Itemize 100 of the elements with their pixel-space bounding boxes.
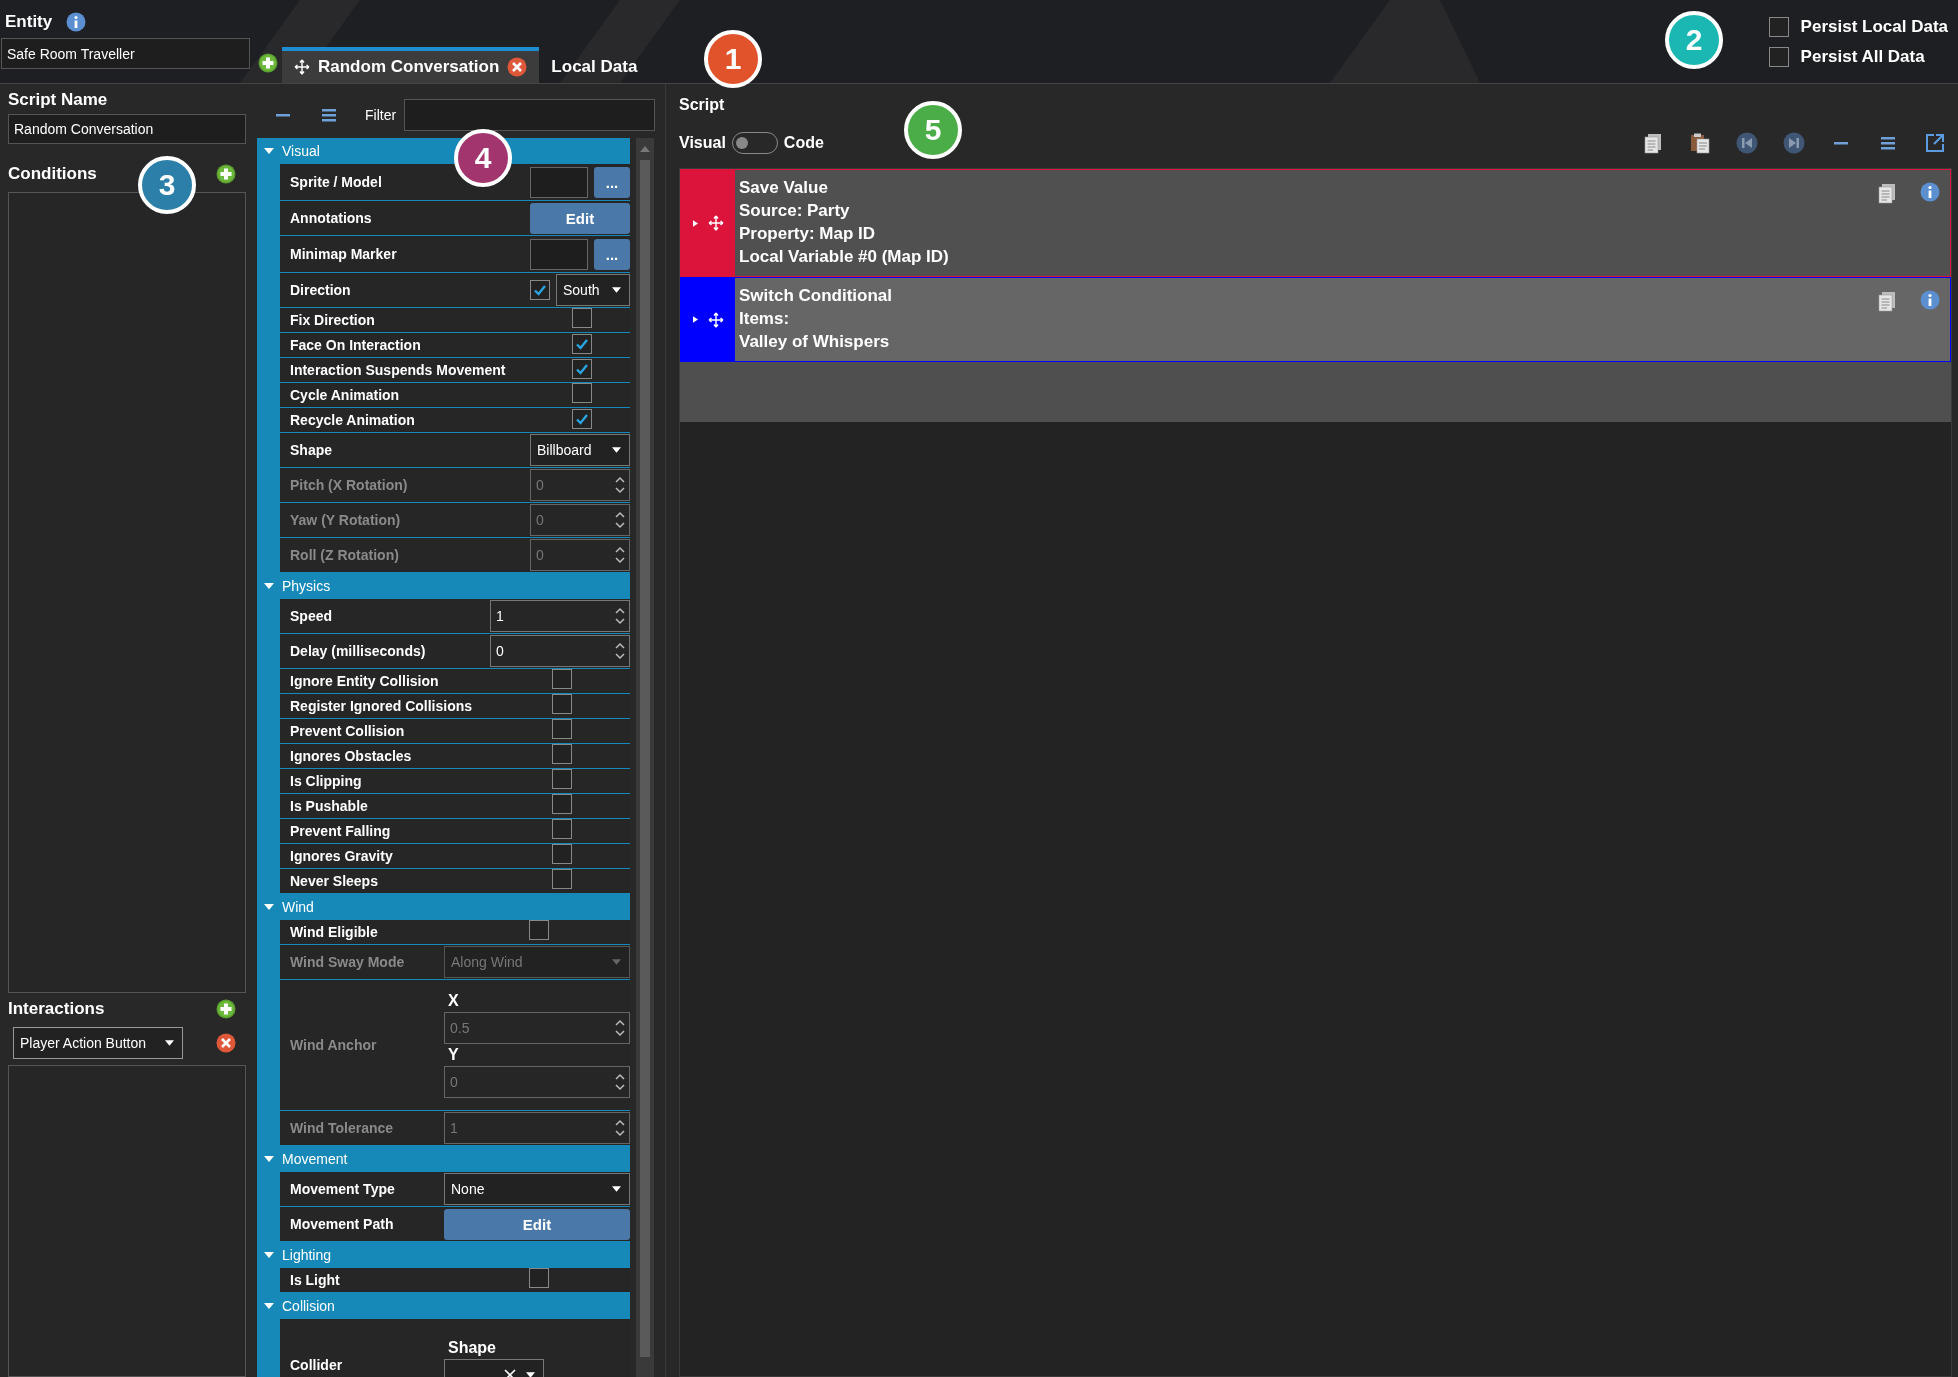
script-tab[interactable]: Local Data (539, 47, 650, 83)
section-title[interactable]: Movement (282, 1151, 348, 1167)
script-command[interactable]: Switch Conditional Items: Valley of Whispers (680, 277, 1951, 362)
interaction-dropdown[interactable]: Player Action Button (13, 1027, 183, 1059)
property-checkbox[interactable] (552, 869, 572, 889)
spinner-arrows-icon[interactable] (615, 475, 625, 495)
direction-dropdown[interactable]: South (556, 274, 630, 306)
expand-caret-icon[interactable] (264, 1301, 274, 1311)
scrollbar[interactable] (636, 138, 654, 1377)
property-label: Ignore Entity Collision (290, 673, 439, 689)
script-tab[interactable]: Random Conversation (282, 47, 540, 83)
command-text: Local Variable #0 (Map ID) (739, 246, 949, 268)
property-checkbox[interactable] (572, 334, 592, 354)
property-label: Is Pushable (290, 798, 368, 814)
property-checkbox[interactable] (552, 694, 572, 714)
info-icon[interactable] (1920, 182, 1940, 202)
property-dropdown[interactable]: Billboard (530, 434, 630, 466)
number-field[interactable]: 0 (490, 635, 630, 667)
property-checkbox[interactable] (572, 383, 592, 403)
property-checkbox[interactable] (572, 359, 592, 379)
property-label: Wind Anchor (290, 1037, 377, 1053)
asset-field[interactable] (530, 166, 588, 198)
add-interaction-icon[interactable] (216, 999, 236, 1019)
expand-arrow-icon[interactable] (692, 316, 698, 323)
dropdown-caret-icon (612, 447, 621, 453)
property-label: Annotations (290, 210, 372, 226)
property-checkbox[interactable] (552, 719, 572, 739)
property-label: Is Light (290, 1272, 340, 1288)
section-title[interactable]: Collision (282, 1298, 335, 1314)
browse-button[interactable]: ... (594, 238, 630, 270)
spinner-arrows-icon[interactable] (615, 1118, 625, 1138)
persist-checkbox[interactable] (1768, 46, 1789, 67)
move-icon[interactable] (294, 59, 310, 75)
spinner-arrows-icon[interactable] (615, 510, 625, 530)
property-label: Is Clipping (290, 773, 362, 789)
copy-icon[interactable] (1876, 182, 1898, 204)
add-tab-icon[interactable] (258, 53, 278, 73)
axis-label: X (447, 992, 460, 1010)
property-checkbox[interactable] (572, 409, 592, 429)
property-checkbox[interactable] (552, 844, 572, 864)
skip-last-icon[interactable] (1783, 132, 1805, 154)
spinner-arrows-icon[interactable] (615, 641, 625, 661)
persist-checkbox[interactable] (1768, 16, 1789, 37)
expand-caret-icon[interactable] (264, 1154, 274, 1164)
section-title[interactable]: Lighting (282, 1247, 332, 1263)
property-label: Wind Eligible (290, 924, 378, 940)
property-label: Fix Direction (290, 312, 375, 328)
edit-button[interactable]: Edit (444, 1208, 630, 1240)
property-label: Never Sleeps (290, 873, 378, 889)
scroll-up-arrow-icon[interactable] (640, 146, 650, 152)
entity-field[interactable]: Safe Room Traveller (1, 38, 250, 69)
property-label: Wind Sway Mode (290, 954, 405, 970)
property-dropdown[interactable]: None (444, 1173, 630, 1205)
external-link-icon[interactable] (1924, 132, 1946, 154)
copy-icon[interactable] (1642, 132, 1664, 154)
scrollbar-thumb[interactable] (640, 160, 650, 1357)
expand-caret-icon[interactable] (264, 1250, 274, 1260)
info-icon[interactable] (66, 12, 87, 32)
spinner-arrows-icon[interactable] (615, 1018, 625, 1038)
property-checkbox[interactable] (552, 819, 572, 839)
property-checkbox[interactable] (552, 669, 572, 689)
numbered-callout: 1 (704, 30, 762, 88)
remove-interaction-icon[interactable] (216, 1033, 236, 1053)
property-checkbox[interactable] (529, 920, 549, 940)
skip-first-icon[interactable] (1736, 132, 1758, 154)
property-checkbox[interactable] (572, 308, 592, 328)
property-checkbox[interactable] (552, 769, 572, 789)
spinner-arrows-icon[interactable] (615, 545, 625, 565)
asset-field[interactable] (530, 238, 588, 270)
edit-button[interactable]: Edit (530, 202, 630, 234)
script-name-field[interactable]: Random Conversation (8, 114, 246, 144)
expand-caret-icon[interactable] (264, 902, 274, 912)
property-checkbox[interactable] (552, 744, 572, 764)
conditions-label: Conditions (8, 164, 97, 184)
move-icon[interactable] (707, 311, 724, 328)
expand-arrow-icon[interactable] (692, 219, 698, 227)
expand-caret-icon[interactable] (264, 146, 274, 156)
property-label: Pitch (X Rotation) (290, 477, 408, 493)
clear-icon[interactable] (504, 1368, 516, 1377)
script-command[interactable]: Save Value Source: Party Property: Map ID Local Variable #0 (Map ID) (680, 169, 1951, 277)
property-checkbox[interactable] (552, 794, 572, 814)
property-checkbox[interactable] (529, 1268, 549, 1288)
property-checkbox[interactable] (530, 280, 550, 300)
command-text: Source: Party (739, 200, 851, 222)
property-label: Sprite / Model (290, 174, 382, 190)
number-field[interactable]: 1 (490, 600, 630, 632)
persist-option-label: Persist Local Data (1800, 16, 1948, 37)
browse-button[interactable]: ... (594, 166, 630, 198)
add-condition-icon[interactable] (216, 164, 236, 184)
expand-caret-icon[interactable] (264, 581, 274, 591)
close-tab-icon[interactable] (507, 57, 528, 77)
spinner-arrows-icon[interactable] (615, 606, 625, 626)
section-title[interactable]: Physics (282, 578, 331, 594)
spinner-arrows-icon[interactable] (615, 1072, 625, 1092)
paste-icon[interactable] (1689, 132, 1711, 154)
section-title[interactable]: Visual (282, 143, 320, 159)
section-title[interactable]: Wind (282, 899, 314, 915)
property-label: Cycle Animation (290, 387, 400, 403)
move-icon[interactable] (707, 215, 724, 231)
filter-field[interactable] (404, 99, 655, 131)
